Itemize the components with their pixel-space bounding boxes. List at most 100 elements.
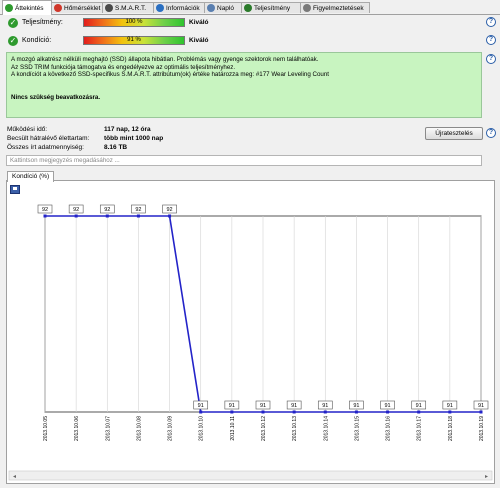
data-point xyxy=(168,214,172,218)
log-icon xyxy=(207,4,215,12)
help-icon[interactable]: ? xyxy=(486,54,496,64)
chart-panel: 92 92 92 92 92 91 91 91 91 91 91 91 91 91 91 2013.10.05… xyxy=(6,180,495,484)
x-tick-label: 2013.10.10 xyxy=(199,416,205,441)
performance-bar: 100 % xyxy=(83,18,185,27)
data-point xyxy=(292,410,296,414)
data-point xyxy=(448,410,452,414)
data-label: 91 xyxy=(260,403,266,409)
health-chart: 92 92 92 92 92 91 91 91 91 91 91 91 91 91 91 2013.10.05… xyxy=(8,204,493,481)
data-label: 91 xyxy=(353,403,359,409)
tab-label: Áttekintés xyxy=(15,4,44,12)
tab-label: Figyelmeztetések xyxy=(313,4,364,12)
x-tick-label: 2013.10.11 xyxy=(230,416,236,441)
data-point xyxy=(43,214,47,218)
data-label: 92 xyxy=(73,207,79,213)
x-tick-label: 2013.10.07 xyxy=(105,416,111,441)
performance-label: Teljesítmény: xyxy=(22,19,63,26)
x-tick-label: 2013.10.19 xyxy=(479,416,485,441)
tab-label: Információk xyxy=(166,4,200,12)
message-action: Nincs szükség beavatkozásra. xyxy=(11,93,101,101)
written-label: Összes írt adatmennyiség: xyxy=(7,144,84,151)
check-icon: ✓ xyxy=(8,36,18,46)
tab-label: Teljesítmény xyxy=(254,4,291,12)
data-label: 91 xyxy=(447,403,453,409)
tab-label: S.M.A.R.T. xyxy=(115,4,147,12)
data-point xyxy=(199,410,203,414)
tab-info[interactable]: Információk xyxy=(153,2,205,13)
tab-temperature[interactable]: Hőmérséklet xyxy=(51,2,103,13)
data-label: 92 xyxy=(42,207,48,213)
data-point xyxy=(354,410,358,414)
data-point xyxy=(323,410,327,414)
help-icon[interactable]: ? xyxy=(486,17,496,27)
tab-alerts[interactable]: Figyelmeztetések xyxy=(300,2,370,13)
data-point xyxy=(386,410,390,414)
temperature-icon xyxy=(54,4,62,12)
lifetime-value: több mint 1000 nap xyxy=(104,135,164,142)
data-point xyxy=(230,410,234,414)
uptime-label: Működési idő: xyxy=(7,126,48,133)
data-label: 91 xyxy=(198,403,204,409)
data-point xyxy=(74,214,78,218)
data-label: 92 xyxy=(104,207,110,213)
performance-icon xyxy=(244,4,252,12)
health-bar: 91 % xyxy=(83,36,185,45)
health-value: 91 % xyxy=(127,37,141,43)
x-tick-label: 2013.10.14 xyxy=(323,416,329,441)
tab-bar: Áttekintés Hőmérséklet S.M.A.R.T. Informáci… xyxy=(0,0,500,15)
health-label: Kondíció: xyxy=(22,37,52,44)
performance-value: 100 % xyxy=(125,19,143,25)
data-label: 92 xyxy=(135,207,141,213)
uptime-value: 117 nap, 12 óra xyxy=(104,126,151,133)
x-tick-label: 2013.10.08 xyxy=(136,416,142,441)
tab-smart[interactable]: S.M.A.R.T. xyxy=(102,2,154,13)
tab-log[interactable]: Napló xyxy=(204,2,242,13)
data-point xyxy=(417,410,421,414)
overview-icon xyxy=(5,4,13,12)
x-tick-label: 2013.10.17 xyxy=(417,416,423,441)
status-message-box: A mozgó alkatrész nélküli meghajtó (SSD)… xyxy=(6,52,482,118)
tab-health-chart[interactable]: Kondíció (%) xyxy=(7,171,55,182)
data-label: 92 xyxy=(167,207,173,213)
smart-icon xyxy=(105,4,113,12)
data-point xyxy=(479,410,483,414)
tab-overview[interactable]: Áttekintés xyxy=(2,0,52,15)
scroll-left-icon: ◂ xyxy=(13,474,16,480)
data-label: 91 xyxy=(322,403,328,409)
horizontal-scrollbar xyxy=(8,470,493,481)
data-point xyxy=(136,214,140,218)
tab-performance[interactable]: Teljesítmény xyxy=(241,2,301,13)
data-label: 91 xyxy=(416,403,422,409)
x-tick-label: 2013.10.13 xyxy=(292,416,298,441)
x-tick-label: 2013.10.16 xyxy=(386,416,392,441)
x-tick-label: 2013.10.12 xyxy=(261,416,267,441)
tab-label: Hőmérséklet xyxy=(64,4,101,12)
retest-button[interactable]: Újratesztelés xyxy=(425,127,483,140)
message-line: Az SSD TRIM funkciója támogatva és enged… xyxy=(11,63,236,71)
x-tick-label: 2013.10.15 xyxy=(354,416,360,441)
x-tick-label: 2013.10.09 xyxy=(168,416,174,441)
lifetime-label: Becsült hátralévő élettartam: xyxy=(7,135,90,142)
help-icon[interactable]: ? xyxy=(486,35,496,45)
health-status: Kiváló xyxy=(189,37,209,44)
tab-label: Napló xyxy=(217,4,234,12)
alerts-icon xyxy=(303,4,311,12)
check-icon: ✓ xyxy=(8,18,18,28)
info-icon xyxy=(156,4,164,12)
x-tick-label: 2013.10.05 xyxy=(43,416,49,441)
data-label: 91 xyxy=(478,403,484,409)
save-icon[interactable] xyxy=(10,185,20,194)
data-label: 91 xyxy=(291,403,297,409)
data-point xyxy=(261,410,265,414)
performance-status: Kiváló xyxy=(189,19,209,26)
comment-input[interactable]: Kattintson megjegyzés megadásához ... xyxy=(6,155,482,166)
scroll-right-icon: ▸ xyxy=(485,474,488,480)
x-tick-label: 2013.10.06 xyxy=(74,416,80,441)
x-tick-label: 2013.10.18 xyxy=(448,416,454,441)
message-line: A mozgó alkatrész nélküli meghajtó (SSD)… xyxy=(11,56,319,63)
data-label: 91 xyxy=(385,403,391,409)
data-point xyxy=(105,214,109,218)
written-value: 8.16 TB xyxy=(104,144,128,151)
message-line: A kondíciót a következő SSD-specifikus S… xyxy=(11,71,330,79)
help-icon[interactable]: ? xyxy=(486,128,496,138)
